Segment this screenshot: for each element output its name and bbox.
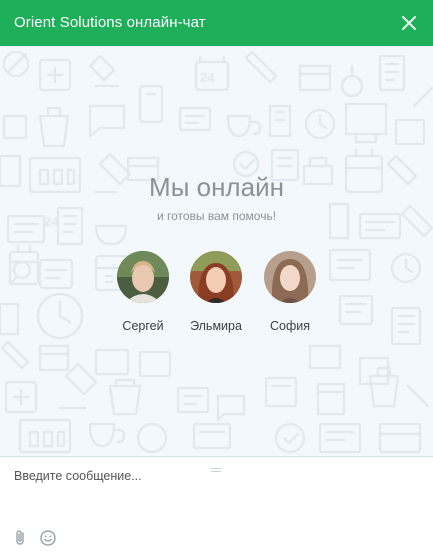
operator-card[interactable]: София bbox=[250, 251, 330, 333]
resize-handle[interactable] bbox=[211, 459, 221, 472]
chat-header: Orient Solutions онлайн-чат bbox=[0, 0, 433, 46]
operator-avatar bbox=[264, 251, 316, 303]
operator-card[interactable]: Эльмира bbox=[176, 251, 256, 333]
operator-name: Сергей bbox=[122, 319, 164, 333]
chat-title: Orient Solutions онлайн-чат bbox=[14, 14, 206, 31]
operator-avatar bbox=[190, 251, 242, 303]
svg-text:24: 24 bbox=[200, 70, 215, 85]
paperclip-icon[interactable] bbox=[12, 529, 30, 547]
welcome-block: Мы онлайн и готовы вам помочь! bbox=[0, 172, 433, 223]
welcome-subheading: и готовы вам помочь! bbox=[156, 209, 277, 223]
welcome-heading: Мы онлайн bbox=[149, 172, 284, 202]
message-input[interactable] bbox=[14, 469, 414, 509]
operator-name: Эльмира bbox=[190, 319, 242, 333]
operator-card[interactable]: Сергей bbox=[103, 251, 183, 333]
smiley-icon[interactable] bbox=[39, 529, 57, 547]
chat-widget: Orient Solutions онлайн-чат 24 24 Мы онл… bbox=[0, 0, 433, 554]
operator-avatar bbox=[117, 251, 169, 303]
close-icon[interactable] bbox=[399, 13, 419, 33]
chat-body: 24 24 Мы онлайн и готовы вам помочь! Сер… bbox=[0, 46, 433, 456]
operator-name: София bbox=[269, 319, 310, 333]
